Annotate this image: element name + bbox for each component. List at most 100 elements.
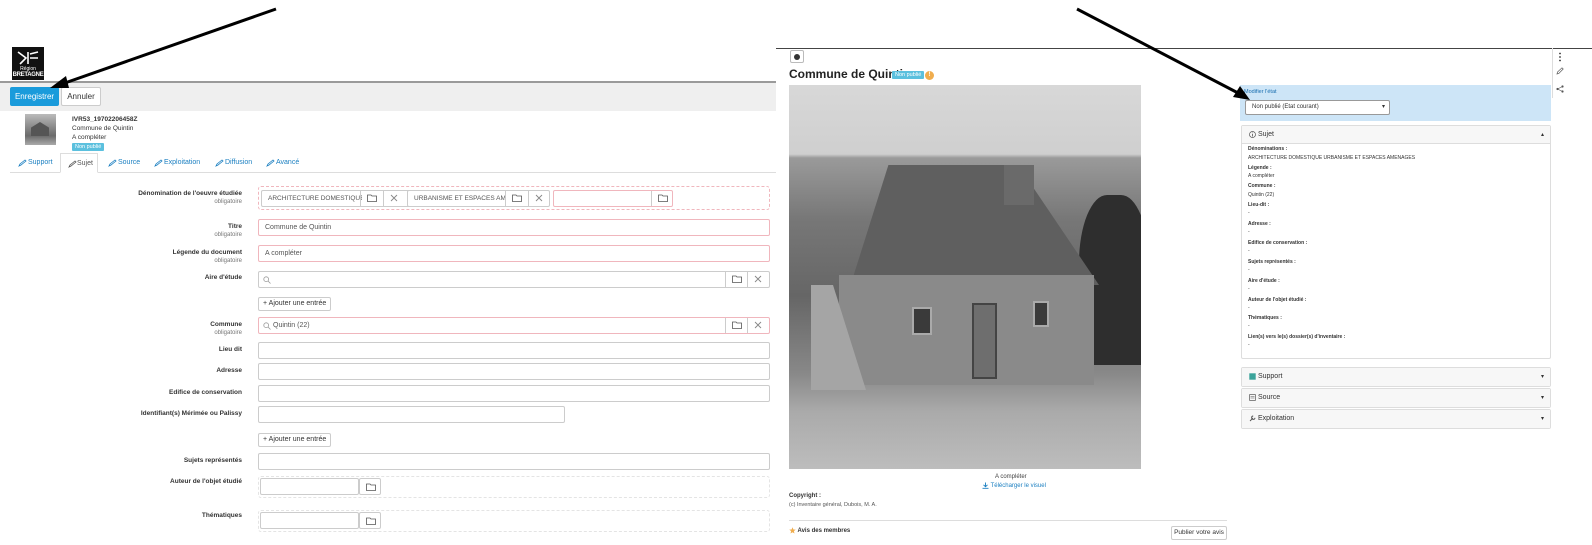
sujet-value: - [1248, 323, 1250, 329]
chevron-down-icon: ▾ [1381, 104, 1385, 110]
exploitation-panel-header[interactable]: Exploitation ▾ [1242, 410, 1550, 428]
add-entry-button[interactable]: + Ajouter une entrée [258, 297, 332, 311]
state-select[interactable]: Non publié (Etat courant) ▾ [1245, 100, 1390, 115]
sujet-key: Aire d'étude : [1248, 278, 1280, 284]
titre-input[interactable]: Commune de Quintin [258, 219, 770, 236]
lieu-dit-input[interactable] [258, 342, 770, 359]
info-icon[interactable]: ! [925, 71, 934, 80]
legende-input[interactable]: A compléter [258, 245, 770, 262]
settings-button[interactable] [790, 50, 804, 63]
add-entry-label: Ajouter une entrée [268, 300, 327, 307]
divider [1552, 48, 1553, 98]
adresse-input[interactable] [258, 363, 770, 380]
ermine-icon [17, 51, 39, 65]
source-panel[interactable]: Source ▾ [1241, 388, 1551, 408]
pencil-icon[interactable] [1556, 67, 1564, 75]
sujet-value: Quintin (22) [1248, 192, 1275, 198]
search-icon [263, 322, 271, 330]
download-icon [982, 482, 989, 489]
remove-button[interactable] [528, 191, 549, 206]
sujet-key: Auteur de l'objet étudié : [1248, 297, 1307, 303]
publish-review-button[interactable]: Publier votre avis [1171, 526, 1227, 540]
exploitation-panel[interactable]: Exploitation ▾ [1241, 409, 1551, 429]
sujet-key: Thématiques : [1248, 315, 1282, 321]
folder-icon [366, 483, 376, 491]
tab-label: Sujet [77, 160, 93, 167]
pencil-icon [154, 159, 163, 167]
folder-button[interactable] [359, 512, 381, 529]
folder-button[interactable] [725, 318, 747, 333]
denomination-new-input[interactable] [553, 190, 673, 207]
clear-button[interactable] [747, 272, 769, 287]
download-link[interactable]: Télécharger le visuel [982, 482, 1046, 489]
clear-button[interactable] [747, 318, 769, 333]
folder-button[interactable] [359, 478, 381, 495]
kebab-menu-icon[interactable] [1557, 52, 1563, 62]
label-denomination: Dénomination de l'oeuvre étudiée obligat… [138, 190, 242, 205]
label-identifiant: Identifiant(s) Mérimée ou Palissy [140, 410, 242, 417]
pencil-icon [108, 159, 117, 167]
remove-button[interactable] [383, 191, 405, 206]
folder-button[interactable] [725, 272, 747, 287]
cancel-button[interactable]: Annuler [61, 87, 101, 106]
aire-search-input[interactable] [258, 271, 770, 288]
search-icon [263, 276, 271, 284]
tab-source[interactable]: Source [108, 153, 148, 173]
sujet-value: ARCHITECTURE DOMESTIQUE URBANISME ET ESP… [1248, 155, 1416, 161]
star-icon [789, 527, 796, 534]
sujet-value: A compléter [1248, 173, 1275, 179]
folder-button[interactable] [651, 191, 672, 206]
label-lieu-dit: Lieu dit [218, 346, 242, 353]
label-adresse: Adresse [216, 367, 242, 374]
folder-icon [366, 517, 376, 525]
divider [789, 520, 1227, 521]
commune-search-input[interactable]: Quintin (22) [258, 317, 770, 334]
folder-button[interactable] [505, 191, 527, 206]
tab-exploitation[interactable]: Exploitation [154, 153, 210, 173]
support-panel-header[interactable]: Support ▾ [1242, 368, 1550, 386]
record-thumbnail[interactable] [25, 114, 56, 145]
identifiant-input[interactable] [258, 406, 565, 423]
chevron-down-icon: ▾ [1540, 416, 1544, 422]
auteur-input[interactable] [260, 478, 359, 495]
sujet-key: Légende : [1248, 165, 1272, 171]
tab-sujet[interactable]: Sujet [60, 153, 98, 173]
label-legende: Légende du document obligatoire [172, 249, 242, 264]
sujet-key: Sujets représentés : [1248, 259, 1296, 265]
close-icon [754, 275, 762, 283]
info-icon [1249, 130, 1256, 138]
tab-avance[interactable]: Avancé [266, 153, 306, 173]
thematiques-input[interactable] [260, 512, 359, 529]
share-icon[interactable] [1556, 85, 1564, 93]
record-legend: A compléter [72, 134, 107, 141]
commune-value: Quintin (22) [273, 322, 310, 329]
region-bretagne-logo[interactable]: Région BRETAGNE [12, 47, 44, 80]
denomination-chip[interactable]: ARCHITECTURE DOMESTIQUE [261, 190, 411, 207]
sujet-value: - [1248, 305, 1250, 311]
source-panel-header[interactable]: Source ▾ [1242, 389, 1550, 407]
support-panel[interactable]: Support ▾ [1241, 367, 1551, 387]
label-thematiques: Thématiques [201, 512, 242, 519]
folder-icon [512, 194, 522, 202]
tab-diffusion[interactable]: Diffusion [215, 153, 261, 173]
chip-label: URBANISME ET ESPACES AMENAGES [414, 195, 506, 202]
sujet-value: - [1248, 267, 1250, 273]
tab-label: Source [118, 159, 141, 166]
folder-icon [732, 275, 742, 283]
chevron-down-icon: ▾ [1540, 374, 1544, 380]
tab-support[interactable]: Support [18, 153, 60, 173]
denomination-chip[interactable]: URBANISME ET ESPACES AMENAGES [407, 190, 550, 207]
sujet-value: - [1248, 342, 1250, 348]
record-photo[interactable] [789, 85, 1141, 469]
status-badge: Non publié [892, 71, 925, 79]
folder-button[interactable] [360, 191, 382, 206]
add-entry-button[interactable]: + Ajouter une entrée [258, 433, 332, 447]
save-button[interactable]: Enregistrer [10, 87, 59, 106]
photo-caption: A compléter [995, 474, 1027, 480]
sujets-input[interactable] [258, 453, 770, 470]
copyright-label: Copyright : [789, 493, 821, 499]
chip-label: ARCHITECTURE DOMESTIQUE [268, 195, 362, 202]
edifice-input[interactable] [258, 385, 770, 402]
divider [776, 48, 1592, 49]
sujet-panel-header[interactable]: Sujet ▴ [1242, 126, 1550, 144]
